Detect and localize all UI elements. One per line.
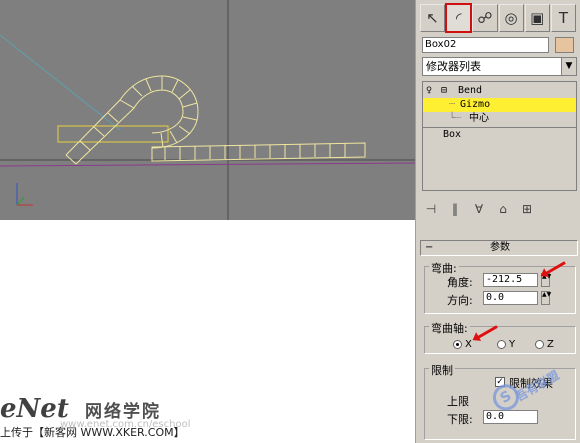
upload-caption: 上传于【新客网 WWW.XKER.COM】 — [0, 426, 185, 439]
stack-item-bend-label: Bend — [458, 85, 483, 96]
axis-y-radio[interactable]: Y — [497, 339, 515, 350]
utilities-tab[interactable]: T — [550, 4, 577, 32]
direction-label: 方向: — [447, 294, 473, 307]
bend-axis-group: 弯曲轴: X Y Z — [424, 320, 576, 354]
angle-field[interactable]: -212.5 — [483, 273, 538, 287]
make-unique-icon[interactable]: ∀ — [470, 200, 488, 218]
object-color-swatch[interactable] — [555, 37, 574, 53]
enet-logo: eNet — [0, 394, 69, 424]
object-name-input[interactable]: Box02 — [422, 37, 549, 53]
stack-item-gizmo-label: Gizmo — [460, 99, 491, 110]
display-icon: ▣ — [530, 9, 545, 27]
axis-z-radio[interactable]: Z — [535, 339, 554, 350]
axis-z-label: Z — [547, 339, 554, 350]
configure-sets-icon[interactable]: ⊞ — [518, 200, 536, 218]
modifier-list-dropdown[interactable]: 修改器列表 ▼ — [422, 57, 577, 76]
bend-axis-group-label: 弯曲轴: — [429, 320, 470, 336]
remove-modifier-icon[interactable]: ⌂ — [494, 200, 512, 218]
utilities-hammer-icon: T — [558, 9, 569, 27]
perspective-viewport[interactable] — [0, 0, 415, 220]
hierarchy-icon: ☍ — [477, 9, 493, 27]
display-tab[interactable]: ▣ — [524, 4, 550, 32]
axis-x-radio[interactable]: X — [453, 339, 472, 350]
direction-field[interactable]: 0.0 — [483, 291, 538, 305]
viewport-canvas — [0, 0, 415, 220]
direction-spinner-arrows[interactable]: ▲▼ — [541, 291, 551, 305]
tree-line: ┈ — [449, 99, 456, 110]
object-name-row: Box02 — [422, 37, 577, 53]
motion-tab[interactable]: ◎ — [498, 4, 524, 32]
panel-tabs: ↖ ◜ ☍ ◎ ▣ T — [420, 3, 577, 34]
stack-item-box-label: Box — [443, 129, 462, 140]
tree-line: └┈ — [449, 113, 462, 124]
radio-selected-icon — [453, 340, 462, 349]
lightbulb-icon[interactable]: ♀ — [426, 84, 432, 98]
parameters-rollout-header[interactable]: − 参数 — [420, 240, 578, 256]
motion-icon: ◎ — [504, 9, 518, 27]
modifier-list-label: 修改器列表 — [426, 60, 481, 73]
enet-logo-cn: 网络学院 — [85, 402, 161, 422]
show-end-result-icon[interactable]: ‖ — [446, 200, 464, 218]
stamp-text: 吾有联盟 — [513, 367, 562, 405]
stack-item-center[interactable]: └┈ 中心 — [423, 112, 576, 126]
lower-limit-label: 下限: — [447, 413, 473, 426]
angle-label: 角度: — [447, 276, 473, 289]
modify-tab[interactable]: ◜ — [445, 3, 473, 33]
pin-stack-icon[interactable]: ⊣ — [422, 200, 440, 218]
axis-x-label: X — [465, 339, 472, 350]
modify-arc-icon: ◜ — [455, 9, 462, 27]
stack-toolbar: ⊣ ‖ ∀ ⌂ ⊞ — [422, 200, 577, 220]
rollout-title: 参数 — [490, 242, 510, 253]
stack-item-center-label: 中心 — [469, 113, 489, 124]
create-tab[interactable]: ↖ — [420, 4, 446, 32]
upper-limit-label: 上限 — [447, 395, 469, 408]
bend-group: 弯曲: 角度: -212.5 ▲▼ 方向: 0.0 ▲▼ — [424, 260, 576, 314]
limits-group-label: 限制 — [429, 362, 455, 378]
collapse-icon[interactable]: ⊟ — [441, 84, 447, 98]
stack-item-gizmo[interactable]: ┈ Gizmo — [423, 98, 576, 112]
axis-y-label: Y — [509, 339, 516, 350]
cursor-create-icon: ↖ — [426, 9, 439, 27]
radio-unselected-icon — [497, 340, 506, 349]
chevron-down-icon: ▼ — [561, 58, 576, 75]
hierarchy-tab[interactable]: ☍ — [472, 4, 498, 32]
stack-item-box[interactable]: Box — [423, 128, 576, 142]
modifier-stack: ♀ ⊟ Bend ┈ Gizmo └┈ 中心 Box — [422, 81, 577, 191]
stack-item-bend[interactable]: ♀ ⊟ Bend — [423, 84, 576, 98]
